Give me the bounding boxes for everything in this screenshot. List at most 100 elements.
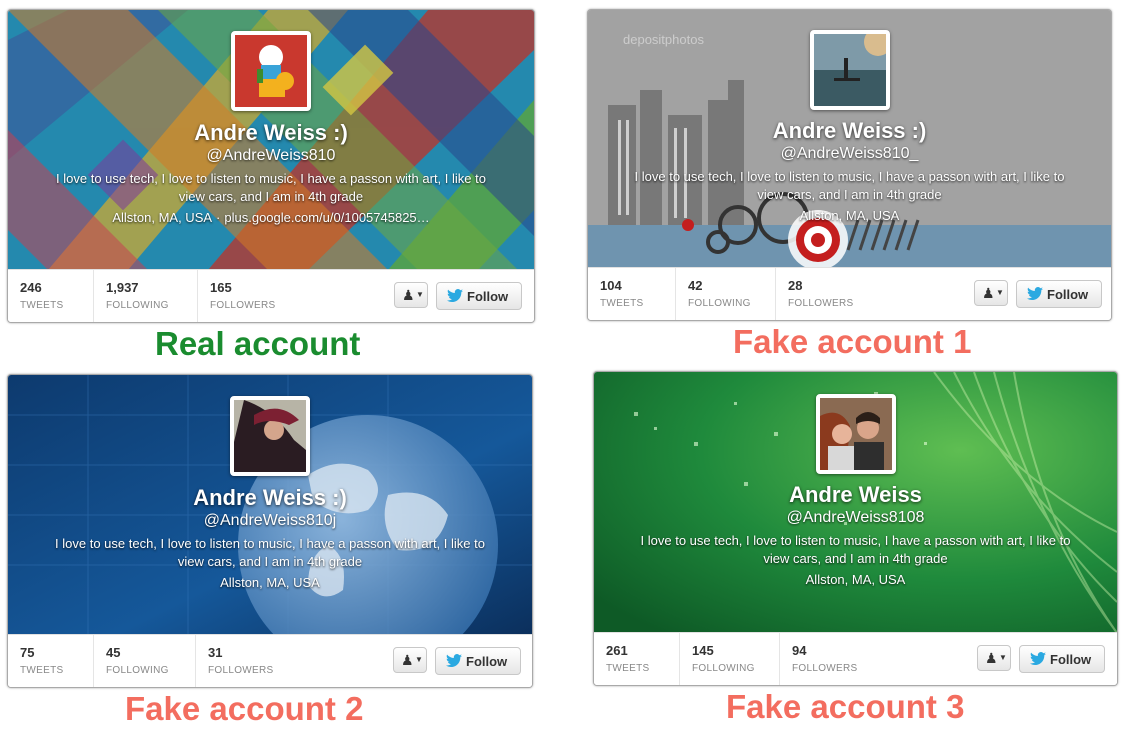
chevron-down-icon: ▼ [996, 288, 1004, 297]
profile-handle[interactable]: @AndreWeiss810_ [588, 145, 1111, 163]
profile-stats-bar: 104 TWEETS 42 FOLLOWING 28 FOLLOWERS ♟ ▼… [588, 267, 1111, 320]
followers-label: FOLLOWERS [788, 298, 854, 309]
avatar-image [234, 400, 306, 472]
user-actions-button[interactable]: ♟ ▼ [974, 280, 1008, 306]
following-stat[interactable]: 45 FOLLOWING [94, 635, 196, 687]
twitter-bird-icon [447, 289, 463, 302]
tweets-count: 75 [20, 645, 35, 660]
following-stat[interactable]: 42 FOLLOWING [676, 268, 776, 320]
follow-button[interactable]: Follow [1019, 645, 1105, 673]
following-stat[interactable]: 145 FOLLOWING [680, 633, 780, 685]
followers-stat[interactable]: 28 FOLLOWERS [776, 268, 886, 320]
followers-count: 165 [210, 280, 232, 295]
user-dropdown-icon: ♟ [402, 287, 415, 303]
followers-count: 94 [792, 643, 807, 658]
avatar-image [813, 34, 886, 106]
followers-label: FOLLOWERS [792, 663, 858, 674]
user-actions-button[interactable]: ♟ ▼ [394, 282, 428, 308]
tweets-label: TWEETS [20, 665, 64, 676]
chevron-down-icon: ▼ [415, 655, 423, 664]
profile-card: Andre Weiss :) @AndreWeiss810j I love to… [7, 374, 533, 688]
profile-header-bg: Andre Weiss @AndreWeiss8108 I love to us… [594, 372, 1117, 633]
tweets-count: 261 [606, 643, 628, 658]
followers-count: 31 [208, 645, 223, 660]
tweets-stat[interactable]: 246 TWEETS [8, 270, 94, 322]
panel-caption: Fake account 1 [733, 323, 972, 360]
following-label: FOLLOWING [688, 298, 751, 309]
following-label: FOLLOWING [106, 665, 169, 676]
follow-label: Follow [466, 654, 508, 669]
profile-header-bg: Andre Weiss :) @AndreWeiss810 I love to … [8, 10, 534, 270]
user-dropdown-icon: ♟ [982, 285, 995, 301]
follow-button[interactable]: Follow [1016, 280, 1102, 308]
profile-header-bg: Andre Weiss :) @AndreWeiss810j I love to… [8, 375, 532, 635]
tweets-stat[interactable]: 261 TWEETS [594, 633, 680, 685]
avatar[interactable] [809, 30, 890, 110]
followers-stat[interactable]: 165 FOLLOWERS [198, 270, 308, 322]
tweets-count: 246 [20, 280, 42, 295]
separator-dot: · [216, 210, 221, 225]
twitter-bird-icon [446, 654, 462, 667]
user-dropdown-icon: ♟ [401, 652, 414, 668]
profile-handle[interactable]: @AndreWeiss810j [8, 512, 532, 530]
follow-label: Follow [1050, 652, 1092, 667]
follow-button[interactable]: Follow [435, 647, 521, 675]
profile-stats-bar: 246 TWEETS 1,937 FOLLOWING 165 FOLLOWERS… [8, 269, 534, 322]
profile-bio: I love to use tech, I love to listen to … [56, 171, 486, 204]
panel-caption: Fake account 2 [125, 690, 364, 727]
following-count: 42 [688, 278, 703, 293]
profile-location: Allston, MA, USA [805, 572, 906, 587]
profile-name[interactable]: Andre Weiss :) [588, 118, 1111, 144]
panel-caption: Real account [155, 325, 361, 362]
tweets-stat[interactable]: 75 TWEETS [8, 635, 94, 687]
profile-location: Allston, MA, USA [220, 575, 320, 590]
profile-bio: I love to use tech, I love to listen to … [634, 169, 1065, 202]
profile-handle[interactable]: @AndreWeiss8108 [594, 509, 1117, 527]
chevron-down-icon: ▼ [999, 653, 1007, 662]
avatar[interactable] [231, 31, 311, 111]
avatar-image [819, 398, 892, 470]
followers-stat[interactable]: 94 FOLLOWERS [780, 633, 890, 685]
profile-name[interactable]: Andre Weiss :) [8, 485, 532, 511]
profile-card: Andre Weiss :) @AndreWeiss810 I love to … [7, 9, 535, 323]
profile-location: Allston, MA, USA [799, 208, 900, 223]
profile-bio: I love to use tech, I love to listen to … [55, 536, 485, 569]
twitter-bird-icon [1027, 287, 1043, 300]
followers-stat[interactable]: 31 FOLLOWERS [196, 635, 306, 687]
tweets-count: 104 [600, 278, 622, 293]
avatar[interactable] [230, 396, 310, 476]
following-count: 145 [692, 643, 714, 658]
profile-stats-bar: 75 TWEETS 45 FOLLOWING 31 FOLLOWERS ♟ ▼ … [8, 634, 532, 687]
profile-handle[interactable]: @AndreWeiss810 [8, 147, 534, 165]
profile-stats-bar: 261 TWEETS 145 FOLLOWING 94 FOLLOWERS ♟ … [594, 632, 1117, 685]
profile-name[interactable]: Andre Weiss [594, 482, 1117, 508]
tweets-stat[interactable]: 104 TWEETS [588, 268, 676, 320]
profile-name[interactable]: Andre Weiss :) [8, 120, 534, 146]
profile-card: depositphotos Andre Weiss :) @AndreWeiss… [587, 9, 1112, 321]
profile-card: Andre Weiss @AndreWeiss8108 I love to us… [593, 371, 1118, 686]
avatar[interactable] [815, 394, 896, 474]
following-label: FOLLOWING [106, 300, 169, 311]
following-count: 1,937 [106, 280, 139, 295]
following-label: FOLLOWING [692, 663, 755, 674]
profile-location-row: Allston, MA, USA · plus.google.com/u/0/100… [8, 210, 534, 225]
following-count: 45 [106, 645, 121, 660]
following-stat[interactable]: 1,937 FOLLOWING [94, 270, 198, 322]
profile-header-bg: depositphotos Andre Weiss :) @AndreWeiss… [588, 10, 1111, 268]
tweets-label: TWEETS [600, 298, 644, 309]
tweets-label: TWEETS [606, 663, 650, 674]
follow-label: Follow [467, 289, 509, 304]
user-actions-button[interactable]: ♟ ▼ [977, 645, 1011, 671]
followers-label: FOLLOWERS [208, 665, 274, 676]
user-actions-button[interactable]: ♟ ▼ [393, 647, 427, 673]
follow-button[interactable]: Follow [436, 282, 522, 310]
follow-label: Follow [1047, 287, 1089, 302]
profile-url-link[interactable]: plus.google.com/u/0/1005745825… [224, 210, 429, 225]
avatar-image [235, 35, 307, 107]
followers-label: FOLLOWERS [210, 300, 276, 311]
user-dropdown-icon: ♟ [985, 650, 998, 666]
chevron-down-icon: ▼ [416, 290, 424, 299]
twitter-bird-icon [1030, 652, 1046, 665]
followers-count: 28 [788, 278, 803, 293]
tweets-label: TWEETS [20, 300, 64, 311]
